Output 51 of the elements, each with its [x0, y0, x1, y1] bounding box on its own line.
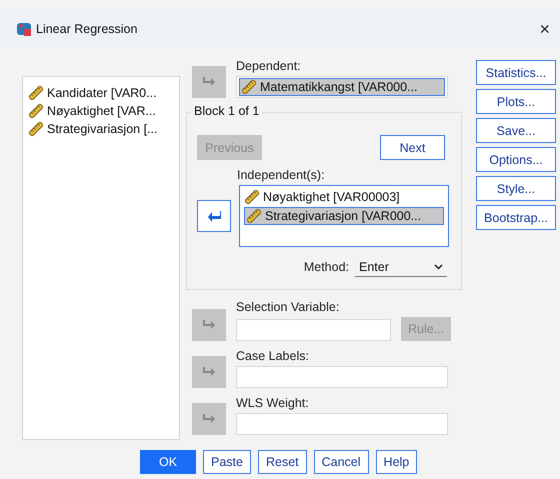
field-label: WLS Weight: [236, 396, 310, 410]
ruler-icon [242, 80, 256, 94]
field-label: Method: [304, 260, 349, 274]
close-button[interactable]: × [535, 18, 554, 40]
group-title: Block 1 of 1 [191, 104, 262, 118]
arrow-icon [202, 366, 216, 378]
dialog-button[interactable]: Cancel [314, 450, 369, 474]
field-label: Dependent: [236, 59, 302, 73]
variable-item[interactable]: Kandidater [VAR0... [27, 85, 175, 101]
chevron-icon [434, 264, 443, 270]
dialog-button[interactable]: Statistics... [476, 60, 556, 85]
arrow-icon [202, 413, 216, 425]
variable-name: Strategivariasjon [VAR000... [265, 209, 422, 223]
independent-list[interactable]: Nøyaktighet [VAR00003] Strategivariasjon [VAR000... [239, 185, 449, 247]
variable-list[interactable]: Kandidater [VAR0... Nøyaktighet [VAR... Strategivariasjon [... [22, 76, 180, 440]
ruler-icon [29, 122, 43, 136]
variable-name: Nøyaktighet [VAR00003] [263, 190, 400, 204]
window-title: Linear Regression [36, 22, 138, 36]
variable-name: Nøyaktighet [VAR... [47, 104, 156, 118]
dialog-button[interactable]: Plots... [476, 89, 556, 114]
dialog-button[interactable]: Paste [203, 450, 251, 474]
field-label: Selection Variable: [236, 300, 340, 314]
dialog-button[interactable]: Save... [476, 118, 556, 143]
dialog-button[interactable]: Bootstrap... [476, 205, 556, 230]
field-label: Case Labels: [236, 349, 310, 363]
input-field[interactable] [236, 413, 448, 435]
variable-item[interactable]: Strategivariasjon [VAR000... [244, 207, 444, 225]
arrow-icon [207, 210, 221, 222]
input-field[interactable] [236, 319, 391, 341]
dialog-button[interactable]: OK [140, 450, 196, 474]
arrow-icon [202, 319, 216, 331]
ruler-icon [29, 104, 43, 118]
input-field[interactable] [236, 366, 448, 388]
variable-name: Matematikkangst [VAR000... [260, 80, 418, 94]
ruler-icon [245, 190, 259, 204]
variable-item[interactable]: Strategivariasjon [... [27, 121, 175, 137]
dialog-button[interactable]: Options... [476, 147, 556, 172]
variable-name: Kandidater [VAR0... [47, 86, 157, 100]
field-label: Independent(s): [237, 168, 325, 182]
dialog-button[interactable]: Style... [476, 176, 556, 201]
move-button[interactable] [197, 200, 231, 232]
app-icon [16, 21, 32, 37]
variable-item[interactable]: Nøyaktighet [VAR... [27, 103, 175, 119]
next-button[interactable]: Next [380, 135, 445, 160]
arrow-icon [202, 76, 216, 88]
ruler-icon [29, 86, 43, 100]
ruler-icon [247, 209, 261, 223]
dialog-button[interactable]: Reset [258, 450, 307, 474]
variable-name: Strategivariasjon [... [47, 122, 158, 136]
dialog-button[interactable]: Help [376, 450, 418, 474]
variable-item[interactable]: Nøyaktighet [VAR00003] [243, 189, 445, 205]
